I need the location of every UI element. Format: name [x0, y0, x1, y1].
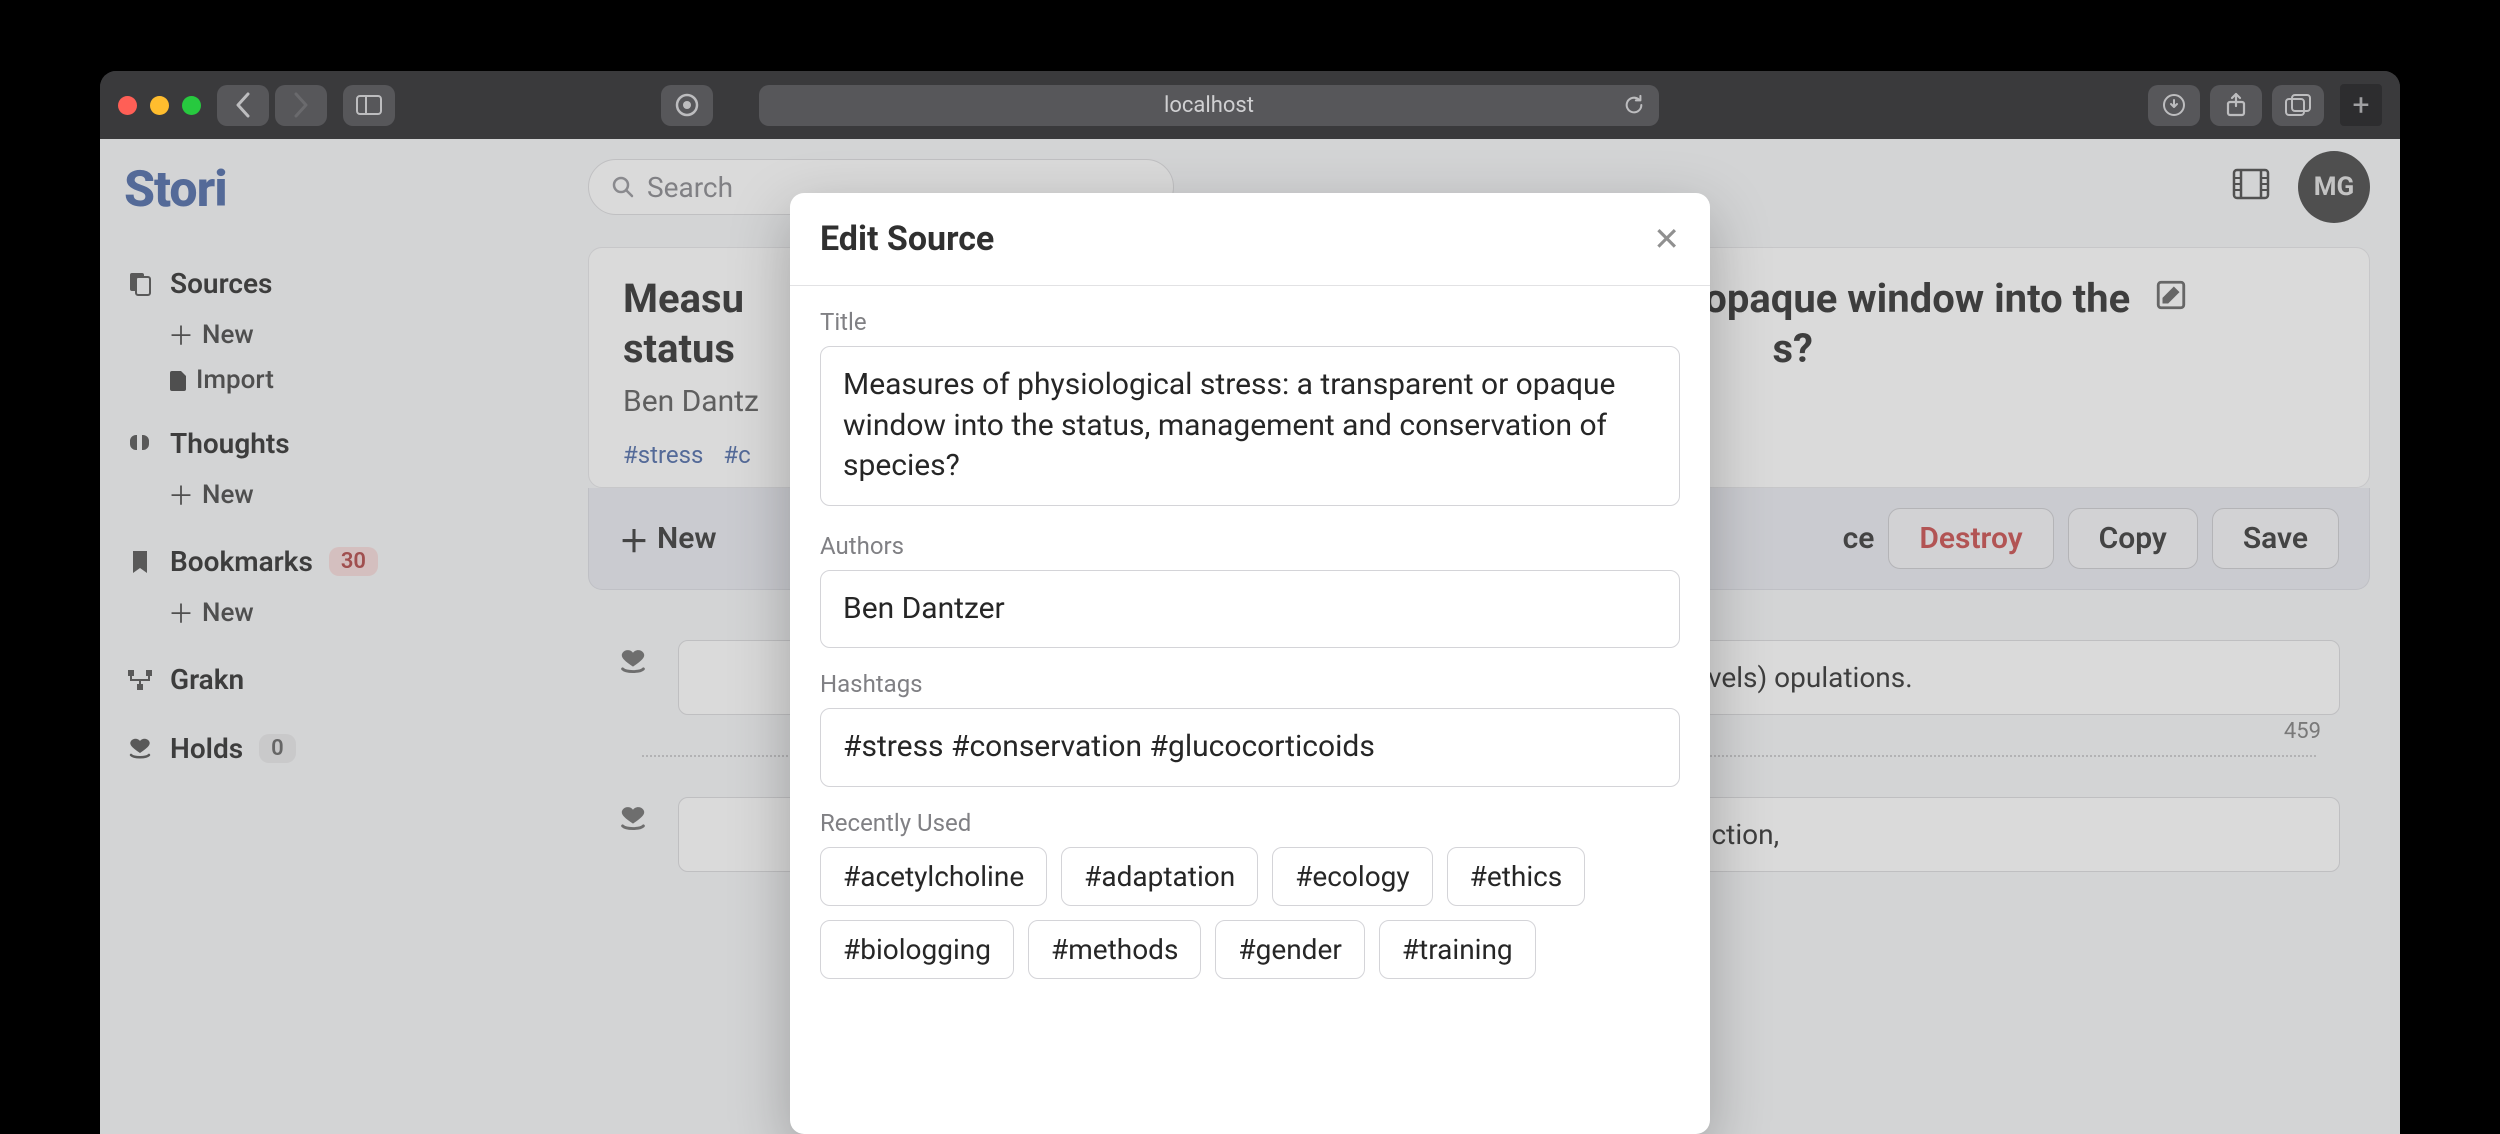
browser-titlebar: localhost +	[100, 71, 2400, 139]
title-input[interactable]	[820, 346, 1680, 506]
modal-body: Title Authors Hashtags Recently Used #ac…	[790, 286, 1710, 1009]
address-bar[interactable]: localhost	[759, 85, 1659, 126]
minimize-window-icon[interactable]	[150, 96, 169, 115]
browser-window: localhost + Stori	[100, 71, 2400, 1134]
authors-label: Authors	[820, 532, 1680, 560]
window-controls	[118, 96, 201, 115]
share-button[interactable]	[2210, 85, 2262, 126]
tabs-button[interactable]	[2272, 85, 2324, 126]
recent-hashtags: #acetylcholine #adaptation #ecology #eth…	[820, 847, 1680, 979]
address-text: localhost	[1164, 93, 1254, 118]
authors-input[interactable]	[820, 570, 1680, 649]
fullscreen-window-icon[interactable]	[182, 96, 201, 115]
hashtags-label: Hashtags	[820, 670, 1680, 698]
title-label: Title	[820, 308, 1680, 336]
hashtag-chip[interactable]: #gender	[1215, 920, 1364, 979]
modal-title: Edit Source	[820, 219, 994, 259]
titlebar-right: +	[2148, 84, 2382, 126]
hashtag-chip[interactable]: #acetylcholine	[820, 847, 1047, 906]
nav-history-group	[217, 85, 327, 126]
hashtag-chip[interactable]: #training	[1379, 920, 1536, 979]
sidebar-toggle-button[interactable]	[343, 85, 395, 126]
new-tab-button[interactable]: +	[2340, 84, 2382, 126]
hashtag-chip[interactable]: #adaptation	[1061, 847, 1258, 906]
reload-icon[interactable]	[1623, 94, 1645, 116]
close-window-icon[interactable]	[118, 96, 137, 115]
hashtag-chip[interactable]: #ethics	[1447, 847, 1586, 906]
back-button[interactable]	[217, 85, 269, 126]
recent-label: Recently Used	[820, 809, 1680, 837]
extension-button[interactable]	[661, 85, 713, 126]
modal-header: Edit Source ✕	[790, 193, 1710, 286]
forward-button[interactable]	[275, 85, 327, 126]
hashtag-chip[interactable]: #methods	[1028, 920, 1201, 979]
edit-source-modal: Edit Source ✕ Title Authors Hashtags Rec…	[790, 193, 1710, 1134]
modal-layer: Edit Source ✕ Title Authors Hashtags Rec…	[100, 139, 2400, 1134]
page: Stori Sources ＋ New Import	[100, 139, 2400, 1134]
hashtags-input[interactable]	[820, 708, 1680, 787]
hashtag-chip[interactable]: #ecology	[1272, 847, 1432, 906]
downloads-button[interactable]	[2148, 85, 2200, 126]
close-icon[interactable]: ✕	[1653, 220, 1680, 258]
hashtag-chip[interactable]: #biologging	[820, 920, 1014, 979]
